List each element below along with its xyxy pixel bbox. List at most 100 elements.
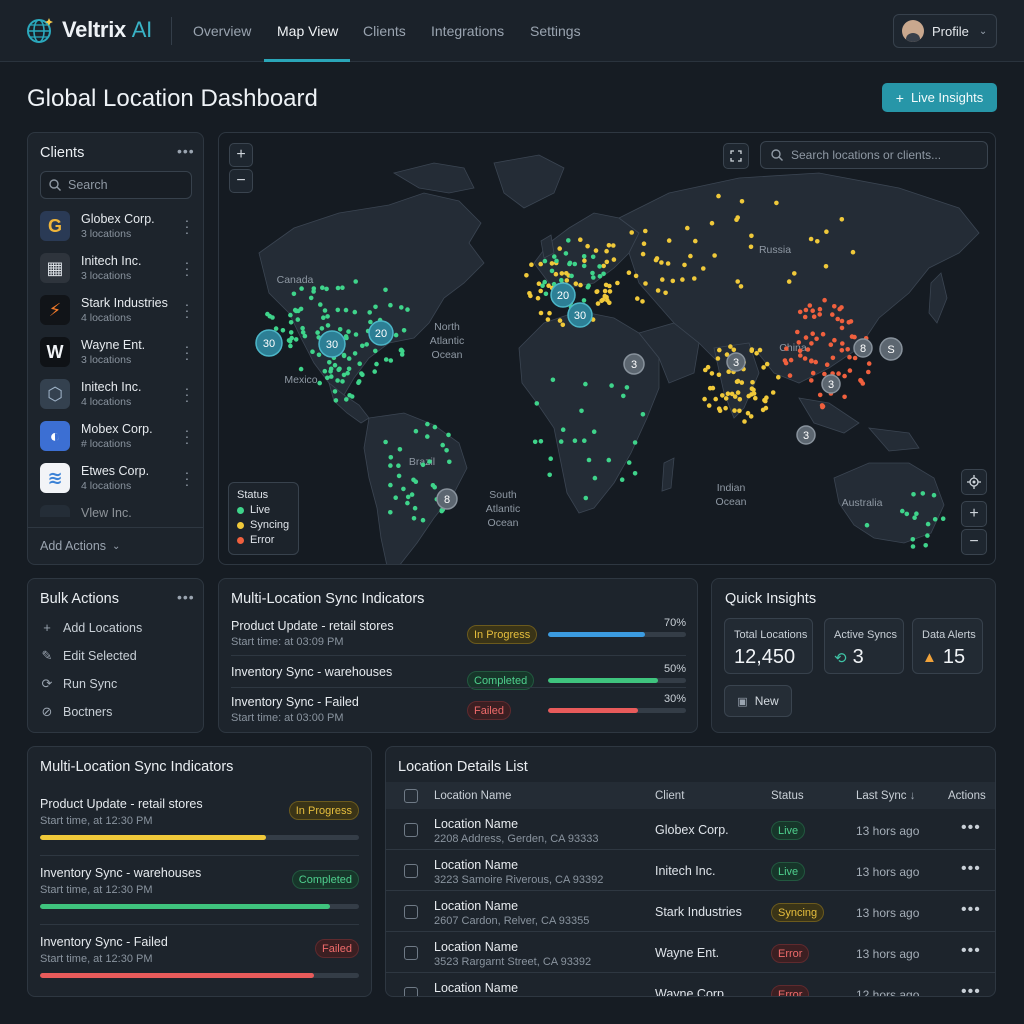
location-dot[interactable] bbox=[749, 392, 754, 397]
location-dot[interactable] bbox=[923, 543, 928, 548]
location-dot[interactable] bbox=[293, 337, 299, 342]
location-dot[interactable] bbox=[538, 288, 543, 294]
location-dot[interactable] bbox=[824, 362, 830, 367]
location-dot[interactable] bbox=[335, 285, 341, 291]
brand-logo[interactable]: Veltrix AI bbox=[26, 16, 152, 44]
client-item[interactable]: Vlew Inc. bbox=[40, 503, 192, 517]
location-dot[interactable] bbox=[601, 271, 606, 277]
location-dot[interactable] bbox=[550, 377, 556, 383]
location-dot[interactable] bbox=[680, 277, 685, 282]
location-dot[interactable] bbox=[337, 327, 343, 332]
location-dot[interactable] bbox=[911, 492, 916, 497]
location-dot[interactable] bbox=[557, 318, 563, 323]
clients-menu-icon[interactable]: ••• bbox=[177, 143, 195, 159]
location-dot[interactable] bbox=[324, 286, 329, 292]
location-dot[interactable] bbox=[373, 348, 378, 354]
table-row[interactable]: Location Name 3223 Samoire Riverous, CA 9… bbox=[386, 850, 995, 891]
location-dot[interactable] bbox=[701, 266, 706, 271]
location-dot[interactable] bbox=[739, 199, 745, 204]
location-dot[interactable] bbox=[335, 307, 341, 313]
data-alerts-card[interactable]: Data Alerts ▲ 15 bbox=[912, 618, 983, 674]
location-dot[interactable] bbox=[611, 243, 616, 248]
location-dot[interactable] bbox=[866, 361, 872, 366]
location-dot[interactable] bbox=[809, 358, 814, 364]
location-dot[interactable] bbox=[750, 380, 755, 385]
locate-icon[interactable] bbox=[961, 469, 987, 495]
location-dot[interactable] bbox=[839, 325, 845, 331]
location-dot[interactable] bbox=[557, 246, 562, 251]
location-dot[interactable] bbox=[316, 352, 322, 358]
more-vertical-icon[interactable]: · · · bbox=[184, 339, 190, 365]
location-dot[interactable] bbox=[356, 379, 362, 384]
location-dot[interactable] bbox=[346, 329, 351, 334]
location-dot[interactable] bbox=[611, 257, 617, 262]
location-dot[interactable] bbox=[566, 238, 571, 243]
location-dot[interactable] bbox=[412, 505, 418, 511]
location-dot[interactable] bbox=[606, 457, 612, 463]
row-checkbox[interactable] bbox=[404, 946, 418, 960]
location-dot[interactable] bbox=[814, 336, 819, 342]
location-dot[interactable] bbox=[335, 378, 340, 383]
more-vertical-icon[interactable]: · · · bbox=[184, 423, 190, 449]
location-dot[interactable] bbox=[626, 460, 632, 465]
location-dot[interactable] bbox=[325, 375, 330, 381]
location-dot[interactable] bbox=[912, 515, 917, 520]
location-dot[interactable] bbox=[738, 284, 744, 289]
location-dot[interactable] bbox=[900, 508, 905, 514]
location-dot[interactable] bbox=[405, 500, 410, 506]
location-dot[interactable] bbox=[716, 372, 722, 378]
location-dot[interactable] bbox=[411, 477, 416, 483]
location-dot[interactable] bbox=[726, 369, 731, 374]
location-dot[interactable] bbox=[591, 429, 597, 435]
location-dot[interactable] bbox=[368, 319, 373, 325]
col-status[interactable]: Status bbox=[771, 790, 804, 802]
location-dot[interactable] bbox=[357, 361, 362, 366]
location-dot[interactable] bbox=[716, 406, 722, 412]
location-dot[interactable] bbox=[604, 259, 610, 265]
location-dot[interactable] bbox=[655, 288, 661, 293]
location-dot[interactable] bbox=[581, 254, 587, 259]
location-dot[interactable] bbox=[308, 295, 314, 301]
location-dot[interactable] bbox=[420, 517, 426, 523]
location-dot[interactable] bbox=[315, 330, 320, 335]
location-dot[interactable] bbox=[396, 473, 402, 479]
location-dot[interactable] bbox=[839, 348, 845, 353]
location-dot[interactable] bbox=[709, 220, 715, 226]
location-dot[interactable] bbox=[830, 312, 835, 317]
location-dot[interactable] bbox=[925, 533, 930, 538]
location-dot[interactable] bbox=[666, 238, 672, 243]
location-dot[interactable] bbox=[753, 395, 758, 401]
total-locations-card[interactable]: Total Locations 12,450 bbox=[724, 618, 813, 674]
more-vertical-icon[interactable]: · · · bbox=[184, 465, 190, 491]
location-dot[interactable] bbox=[337, 366, 342, 372]
location-dot[interactable] bbox=[388, 482, 393, 488]
bulk-menu-icon[interactable]: ••• bbox=[177, 589, 195, 605]
location-dot[interactable] bbox=[864, 522, 870, 528]
location-dot[interactable] bbox=[583, 381, 588, 387]
location-dot[interactable] bbox=[572, 261, 578, 267]
location-dot[interactable] bbox=[725, 391, 731, 397]
location-dot[interactable] bbox=[545, 317, 551, 322]
location-dot[interactable] bbox=[840, 341, 845, 346]
location-dot[interactable] bbox=[640, 299, 645, 304]
location-dot[interactable] bbox=[581, 298, 587, 303]
location-dot[interactable] bbox=[822, 371, 827, 377]
location-dot[interactable] bbox=[830, 355, 836, 361]
location-dot[interactable] bbox=[665, 261, 671, 266]
location-dot[interactable] bbox=[322, 308, 328, 313]
location-dot[interactable] bbox=[850, 249, 856, 255]
location-dot[interactable] bbox=[749, 347, 755, 352]
location-cluster[interactable]: 3 bbox=[726, 352, 746, 372]
location-dot[interactable] bbox=[292, 307, 298, 313]
location-dot[interactable] bbox=[734, 379, 740, 384]
location-dot[interactable] bbox=[619, 477, 625, 483]
location-dot[interactable] bbox=[353, 279, 358, 284]
location-dot[interactable] bbox=[910, 544, 916, 549]
location-dot[interactable] bbox=[319, 326, 325, 331]
client-item[interactable]: G Globex Corp. 3 locations · · · bbox=[40, 209, 192, 243]
location-dot[interactable] bbox=[374, 361, 379, 367]
location-dot[interactable] bbox=[803, 307, 809, 313]
zoom-out-button[interactable]: − bbox=[229, 169, 253, 193]
location-dot[interactable] bbox=[592, 475, 598, 481]
location-dot[interactable] bbox=[265, 311, 270, 317]
